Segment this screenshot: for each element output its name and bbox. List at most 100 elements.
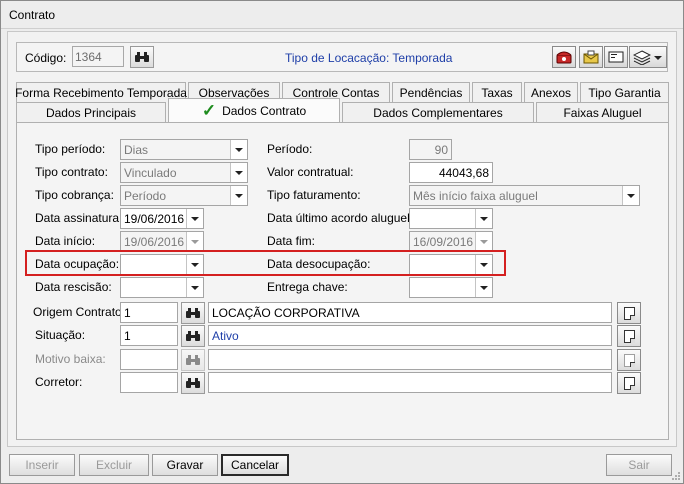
rental-type-label: Tipo de Locacação: Temporada	[285, 51, 453, 65]
situacao-desc[interactable]: Ativo	[208, 325, 612, 346]
title-bar: Contrato	[1, 1, 683, 29]
tab-dados-principais[interactable]: Dados Principais	[16, 102, 166, 122]
chevron-down-icon[interactable]	[230, 186, 247, 205]
layers-menu-button[interactable]	[629, 46, 667, 68]
data-ocupacao-label: Data ocupação:	[35, 257, 120, 271]
chevron-down-icon[interactable]	[186, 232, 203, 251]
data-ultimo-acordo-field[interactable]	[409, 208, 493, 229]
situacao-label: Situação:	[35, 328, 86, 342]
corretor-desc[interactable]	[208, 372, 612, 393]
origem-contrato-label: Origem Contrato:	[33, 305, 126, 319]
tipo-periodo-value: Dias	[124, 143, 149, 157]
chevron-down-icon[interactable]	[186, 209, 203, 228]
origem-contrato-desc[interactable]: LOCAÇÃO CORPORATIVA	[208, 302, 612, 323]
corretor-label: Corretor:	[35, 375, 83, 389]
dados-contrato-panel: Tipo período: Dias Tipo contrato: Vincul…	[16, 122, 669, 440]
periodo-field[interactable]: 90	[409, 139, 452, 160]
sair-button[interactable]: Sair	[606, 454, 672, 476]
mail-icon	[583, 50, 599, 64]
data-desocupacao-label: Data desocupação:	[267, 257, 371, 271]
chevron-down-icon[interactable]	[475, 278, 492, 297]
tab-faixas-aluguel[interactable]: Faixas Aluguel	[536, 102, 669, 122]
origem-contrato-open-button[interactable]	[617, 302, 641, 324]
data-ultimo-acordo-label: Data último acordo aluguel:	[267, 211, 414, 225]
motivo-baixa-desc[interactable]	[208, 349, 612, 370]
valor-contratual-field[interactable]: 44043,68	[409, 162, 493, 183]
chevron-down-icon[interactable]	[622, 186, 639, 205]
chevron-down-icon[interactable]	[475, 232, 492, 251]
tipo-contrato-value: Vinculado	[124, 166, 177, 180]
document-icon	[623, 376, 635, 390]
chevron-down-icon[interactable]	[475, 255, 492, 274]
tipo-periodo-label: Tipo período:	[35, 142, 106, 156]
tab-anexos[interactable]: Anexos	[524, 82, 578, 102]
data-rescisao-field[interactable]	[120, 277, 204, 298]
tipo-faturamento-select[interactable]: Mês início faixa aluguel	[409, 185, 640, 206]
corretor-open-button[interactable]	[617, 372, 641, 394]
cancelar-button[interactable]: Cancelar	[221, 454, 289, 476]
window-client-area: Código: 1364 Tipo de Locacação: Temporad…	[7, 31, 677, 447]
resize-grip-icon[interactable]	[671, 471, 681, 481]
data-ocupacao-field[interactable]	[120, 254, 204, 275]
data-fim-label: Data fim:	[267, 234, 316, 248]
tipo-contrato-label: Tipo contrato:	[35, 165, 108, 179]
data-fim-field[interactable]: 16/09/2016	[409, 231, 493, 252]
situacao-code[interactable]: 1	[120, 325, 178, 346]
corretor-code[interactable]	[120, 372, 178, 393]
data-inicio-value: 19/06/2016	[124, 235, 185, 249]
corretor-search-button[interactable]	[181, 372, 205, 394]
entrega-chave-label: Entrega chave:	[267, 280, 348, 294]
phone-button[interactable]	[552, 46, 576, 68]
data-assinatura-field[interactable]: 19/06/2016	[120, 208, 204, 229]
entrega-chave-field[interactable]	[409, 277, 493, 298]
excluir-button[interactable]: Excluir	[79, 454, 149, 476]
id-card-icon	[608, 51, 624, 63]
origem-contrato-search-button[interactable]	[181, 302, 205, 324]
code-field[interactable]: 1364	[72, 46, 124, 67]
tab-dados-complementares[interactable]: Dados Complementares	[342, 102, 534, 122]
chevron-down-icon[interactable]	[230, 140, 247, 159]
tab-forma-recebimento[interactable]: Forma Recebimento Temporada	[15, 82, 187, 102]
tab-dados-contrato-label: Dados Contrato	[222, 103, 307, 118]
tipo-cobranca-select[interactable]: Período	[120, 185, 248, 206]
valor-contratual-label: Valor contratual:	[267, 165, 354, 179]
chevron-down-icon	[654, 56, 662, 60]
layers-icon	[633, 50, 651, 65]
chevron-down-icon[interactable]	[186, 278, 203, 297]
binoculars-icon	[186, 331, 200, 341]
tipo-faturamento-label: Tipo faturamento:	[267, 188, 361, 202]
binoculars-icon	[135, 52, 149, 62]
card-button[interactable]	[604, 46, 628, 68]
gravar-button[interactable]: Gravar	[152, 454, 218, 476]
binoculars-icon	[186, 378, 200, 388]
motivo-baixa-search-button[interactable]	[181, 349, 205, 371]
chevron-down-icon[interactable]	[230, 163, 247, 182]
tab-pendencias[interactable]: Pendências	[392, 82, 470, 102]
situacao-open-button[interactable]	[617, 325, 641, 347]
tipo-contrato-select[interactable]: Vinculado	[120, 162, 248, 183]
document-icon	[623, 306, 635, 320]
tipo-periodo-select[interactable]: Dias	[120, 139, 248, 160]
tipo-faturamento-value: Mês início faixa aluguel	[413, 189, 538, 203]
data-fim-value: 16/09/2016	[413, 235, 474, 249]
action-bar: Inserir Excluir Gravar Cancelar Sair	[7, 451, 677, 479]
data-desocupacao-field[interactable]	[409, 254, 493, 275]
tipo-cobranca-label: Tipo cobrança:	[35, 188, 114, 202]
search-code-button[interactable]	[130, 46, 154, 68]
motivo-baixa-open-button[interactable]	[617, 349, 641, 371]
mail-button[interactable]	[579, 46, 603, 68]
phone-icon	[556, 51, 572, 64]
binoculars-icon	[186, 355, 200, 365]
data-inicio-field[interactable]: 19/06/2016	[120, 231, 204, 252]
origem-contrato-code[interactable]: 1	[120, 302, 178, 323]
tab-taxas[interactable]: Taxas	[472, 82, 522, 102]
situacao-search-button[interactable]	[181, 325, 205, 347]
binoculars-icon	[186, 308, 200, 318]
inserir-button[interactable]: Inserir	[9, 454, 75, 476]
tab-dados-contrato[interactable]: ✓ Dados Contrato	[168, 98, 340, 122]
chevron-down-icon[interactable]	[475, 209, 492, 228]
chevron-down-icon[interactable]	[186, 255, 203, 274]
motivo-baixa-code[interactable]	[120, 349, 178, 370]
periodo-label: Período:	[267, 142, 313, 156]
tab-tipo-garantia[interactable]: Tipo Garantia	[580, 82, 669, 102]
